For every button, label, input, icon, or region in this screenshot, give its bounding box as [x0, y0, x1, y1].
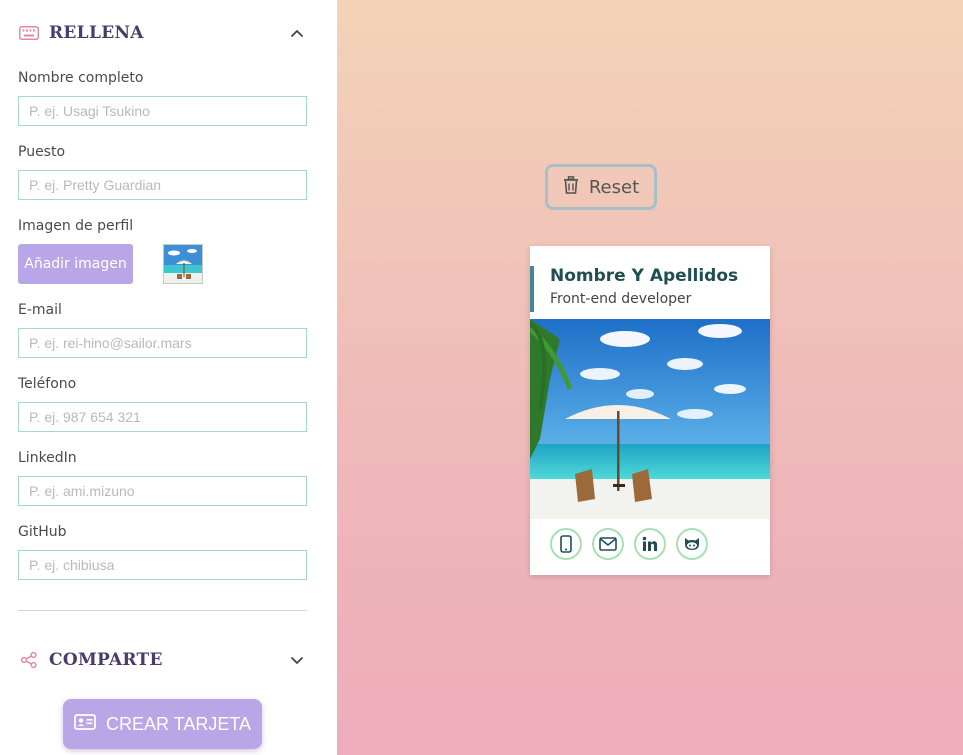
card-job: Front-end developer: [550, 291, 692, 307]
github-icon[interactable]: [676, 528, 708, 560]
share-icon: [18, 651, 40, 669]
card-photo: [530, 319, 770, 519]
fullname-label: Nombre completo: [18, 70, 144, 86]
chevron-down-icon[interactable]: [289, 652, 305, 668]
form-panel: RELLENA Nombre completo Puesto Imagen de…: [0, 0, 337, 755]
job-label: Puesto: [18, 144, 66, 160]
email-input[interactable]: [18, 328, 307, 358]
mail-icon[interactable]: [592, 528, 624, 560]
github-label: GitHub: [18, 524, 67, 540]
card-preview-area: Reset Nombre Y Apellidos Front-end devel…: [337, 0, 963, 755]
create-card-button[interactable]: CREAR TARJETA: [63, 699, 262, 749]
create-card-label: CREAR TARJETA: [105, 713, 252, 734]
phone-icon[interactable]: [550, 528, 582, 560]
card-header: Nombre Y Apellidos Front-end developer: [530, 266, 770, 312]
job-input[interactable]: [18, 170, 307, 200]
fullname-input[interactable]: [18, 96, 307, 126]
share-section-header[interactable]: COMPARTE: [18, 645, 307, 675]
profile-card: Nombre Y Apellidos Front-end developer: [530, 246, 770, 575]
phone-label: Teléfono: [18, 376, 77, 392]
fill-section-title: RELLENA: [49, 23, 144, 43]
section-divider: [18, 610, 307, 611]
fill-section-header[interactable]: RELLENA: [18, 18, 307, 48]
linkedin-input[interactable]: [18, 476, 307, 506]
trash-icon: [563, 175, 579, 199]
add-image-button[interactable]: Añadir imagen: [18, 244, 133, 284]
profile-image-thumbnail: [163, 244, 203, 284]
card-name: Nombre Y Apellidos: [550, 266, 739, 286]
profile-image-label: Imagen de perfil: [18, 218, 134, 234]
phone-input[interactable]: [18, 402, 307, 432]
keyboard-icon: [18, 25, 40, 41]
email-label: E-mail: [18, 302, 62, 318]
linkedin-label: LinkedIn: [18, 450, 77, 466]
linkedin-icon[interactable]: [634, 528, 666, 560]
share-section-title: COMPARTE: [49, 650, 163, 670]
github-input[interactable]: [18, 550, 307, 580]
reset-button[interactable]: Reset: [545, 164, 657, 210]
id-card-icon: [74, 713, 96, 735]
reset-label: Reset: [588, 176, 640, 198]
card-social-links: [550, 528, 708, 560]
chevron-up-icon[interactable]: [289, 25, 305, 41]
